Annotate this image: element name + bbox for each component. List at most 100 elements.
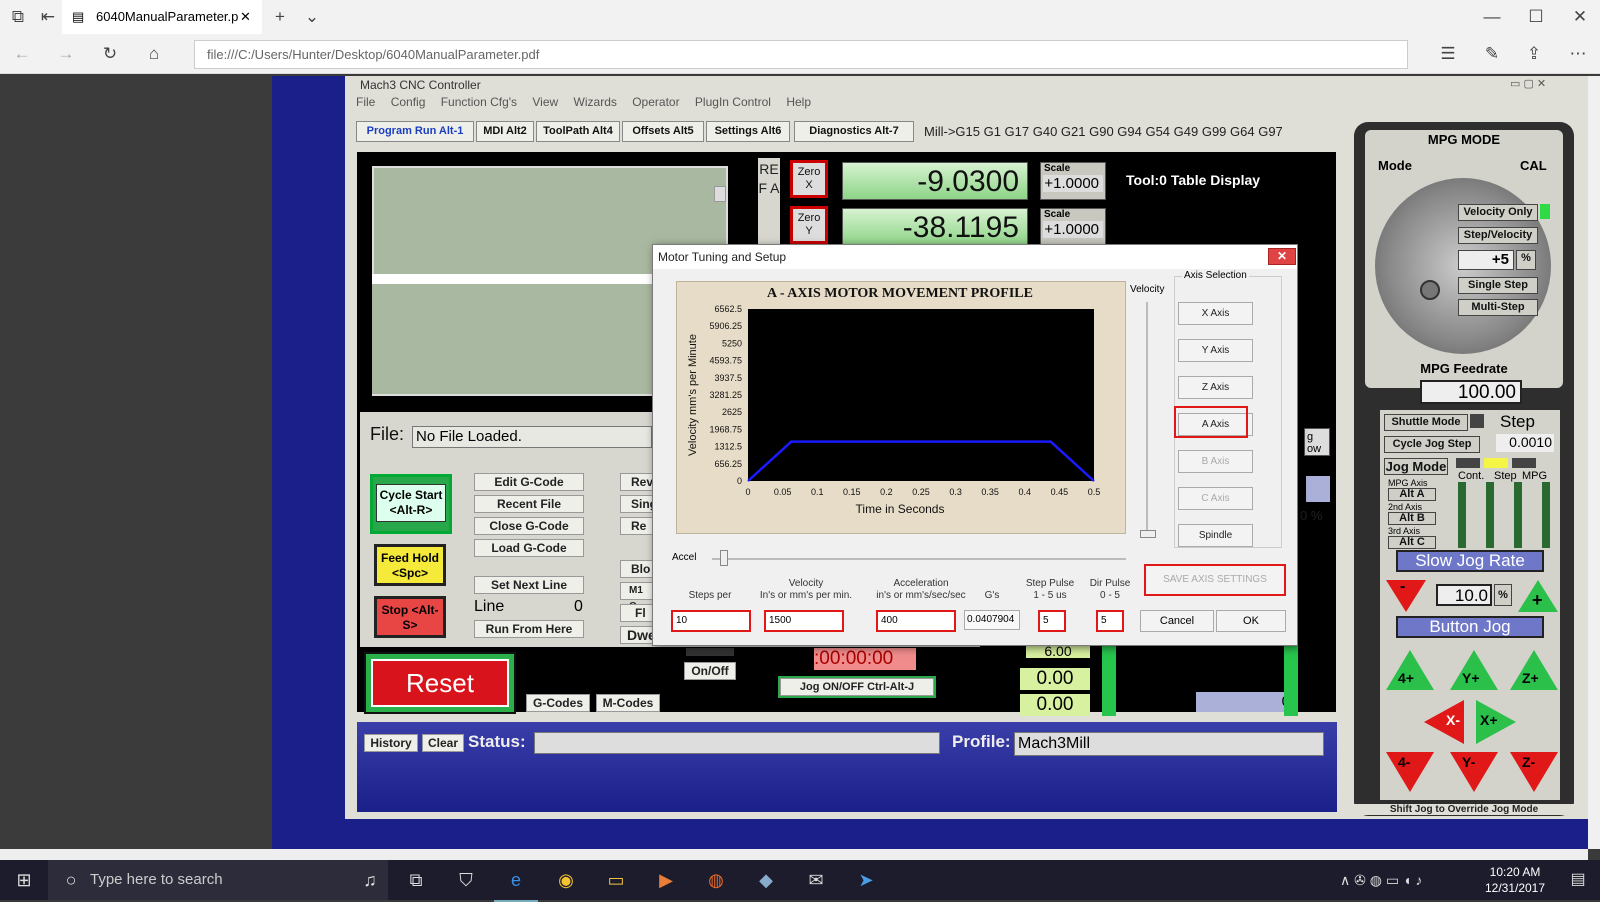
shuttle-mode-button[interactable]: Shuttle Mode <box>1384 414 1468 431</box>
acceleration-input[interactable]: 400 <box>876 610 956 632</box>
close-window-icon[interactable]: ✕ <box>1566 3 1594 31</box>
single-step-button[interactable]: Single Step <box>1458 277 1538 294</box>
mach3-window-controls[interactable]: ▭ ▢ ✕ <box>1510 77 1546 90</box>
task-view-icon[interactable]: ⧉ <box>394 860 438 900</box>
forward-icon[interactable]: → <box>52 40 80 68</box>
alt-c-button[interactable]: Alt C <box>1388 536 1436 549</box>
cycle-start-button[interactable]: Cycle Start <Alt-R> <box>370 474 452 534</box>
multi-step-button[interactable]: Multi-Step <box>1458 299 1538 316</box>
tray-icons[interactable]: ∧ ✇ ◍ ▭ ◖ ♪ <box>1340 860 1422 900</box>
maximize-icon[interactable]: ☐ <box>1522 3 1550 31</box>
ref-all-home[interactable]: REF A <box>758 158 780 248</box>
flood-button[interactable]: Fl <box>620 604 654 622</box>
z-axis-button[interactable]: Z Axis <box>1178 376 1253 399</box>
edit-gcode-button[interactable]: Edit G-Code <box>474 473 584 491</box>
right-partial-button[interactable]: g ow <box>1304 428 1330 456</box>
rewind-button[interactable]: Rev <box>620 473 654 491</box>
m1-optional-stop-button[interactable]: M1 O <box>620 582 654 612</box>
refresh-icon[interactable]: ↻ <box>96 40 124 68</box>
cycle-jog-step-value[interactable]: 0.0010 <box>1496 434 1554 452</box>
menu-plugin-control[interactable]: PlugIn Control <box>695 95 771 109</box>
gcode-scroll-thumb[interactable] <box>714 186 726 202</box>
save-axis-settings-button[interactable]: SAVE AXIS SETTINGS <box>1144 564 1286 596</box>
new-tab-icon[interactable]: + <box>266 3 294 31</box>
velocity-input[interactable]: 1500 <box>764 610 844 632</box>
x-axis-button[interactable]: X Axis <box>1178 302 1253 325</box>
recent-file-button[interactable]: Recent File <box>474 495 584 513</box>
mpg-cal-label[interactable]: CAL <box>1520 158 1547 173</box>
vertical-scrollbar[interactable] <box>1588 76 1600 849</box>
c-axis-button[interactable]: C Axis <box>1178 487 1253 510</box>
horizontal-scrollbar[interactable] <box>0 849 1588 860</box>
menu-function-cfgs[interactable]: Function Cfg's <box>441 95 517 109</box>
zero-x-button[interactable]: Zero X <box>790 160 828 198</box>
reset-button-frame[interactable]: Reset <box>364 652 516 714</box>
step-pulse-input[interactable]: 5 <box>1038 610 1066 632</box>
mcodes-button[interactable]: M-Codes <box>596 694 660 712</box>
clear-button[interactable]: Clear <box>422 734 464 752</box>
jog-rate-value[interactable]: 10.0 <box>1436 584 1492 606</box>
line-value[interactable]: 0 <box>574 598 583 616</box>
file-explorer-icon[interactable]: ▭ <box>594 860 638 900</box>
dro-y[interactable]: -38.1195 <box>842 208 1028 246</box>
menu-operator[interactable]: Operator <box>632 95 679 109</box>
dwell-button[interactable]: Dwe <box>620 626 656 644</box>
y-axis-button[interactable]: Y Axis <box>1178 339 1253 362</box>
run-from-here-button[interactable]: Run From Here <box>474 620 584 638</box>
accel-slider-thumb[interactable] <box>720 550 728 566</box>
address-bar[interactable]: file:///C:/Users/Hunter/Desktop/6040Manu… <box>194 40 1408 69</box>
alt-b-button[interactable]: Alt B <box>1388 512 1436 525</box>
favorites-hub-icon[interactable]: ☰ <box>1434 40 1462 68</box>
media-icon[interactable]: ▶ <box>644 860 688 900</box>
share-icon[interactable]: ⇪ <box>1520 40 1548 68</box>
tab-preview-icon[interactable]: ⧉ <box>4 3 32 31</box>
edge-icon[interactable]: e <box>494 860 538 902</box>
action-center-icon[interactable]: ▤ <box>1556 860 1600 900</box>
tab-pdf[interactable]: ▤ 6040ManualParameter.p ✕ <box>62 0 262 34</box>
app2-icon[interactable]: ➤ <box>844 860 888 900</box>
web-note-icon[interactable]: ✎ <box>1478 40 1506 68</box>
accel-slider-track[interactable] <box>712 558 1126 560</box>
tab-settings[interactable]: Settings Alt6 <box>706 121 790 142</box>
menu-help[interactable]: Help <box>786 95 811 109</box>
block-delete-button[interactable]: Blo <box>620 560 654 578</box>
menu-file[interactable]: File <box>356 95 375 109</box>
jog-rate-minus-icon[interactable] <box>1386 580 1426 612</box>
taskbar-search[interactable]: Type here to search <box>48 860 388 900</box>
mpg-mode-label[interactable]: Mode <box>1378 158 1412 173</box>
mpg-percent-button[interactable]: % <box>1516 250 1536 270</box>
scale-y-value[interactable]: +1.0000 <box>1043 221 1103 238</box>
steps-per-input[interactable]: 10 <box>671 610 751 632</box>
tab-toolpath[interactable]: ToolPath Alt4 <box>536 121 620 142</box>
cancel-button[interactable]: Cancel <box>1140 610 1214 632</box>
stop-button[interactable]: Stop <Alt-S> <box>374 596 446 638</box>
mpg-wheel-knob[interactable] <box>1420 280 1440 300</box>
reverse-run-button[interactable]: Re <box>620 517 654 535</box>
b-axis-button[interactable]: B Axis <box>1178 450 1253 473</box>
ok-button[interactable]: OK <box>1216 610 1286 632</box>
app-icon[interactable]: ◆ <box>744 860 788 900</box>
menu-config[interactable]: Config <box>391 95 426 109</box>
alt-a-button[interactable]: Alt A <box>1388 488 1436 501</box>
tab-diagnostics[interactable]: Diagnostics Alt-7 <box>794 121 914 142</box>
set-next-line-button[interactable]: Set Next Line <box>474 576 584 594</box>
jog-onoff-button[interactable]: Jog ON/OFF Ctrl-Alt-J <box>780 678 934 696</box>
history-button[interactable]: History <box>364 734 418 752</box>
menu-wizards[interactable]: Wizards <box>574 95 617 109</box>
gcodes-button[interactable]: G-Codes <box>526 694 590 712</box>
velocity-slider-thumb[interactable] <box>1140 530 1156 538</box>
jog-onoff-frame[interactable]: Jog ON/OFF Ctrl-Alt-J <box>778 676 936 698</box>
feed-hold-button[interactable]: Feed Hold <Spc> <box>374 544 446 586</box>
chrome-icon[interactable]: ◉ <box>544 860 588 900</box>
set-aside-tabs-icon[interactable]: ⇤ <box>34 3 62 31</box>
dro-x[interactable]: -9.0300 <box>842 162 1028 200</box>
velocity-only-button[interactable]: Velocity Only <box>1458 204 1538 221</box>
firefox-icon[interactable]: ◍ <box>694 860 738 900</box>
tab-offsets[interactable]: Offsets Alt5 <box>622 121 704 142</box>
dir-pulse-input[interactable]: 5 <box>1096 610 1124 632</box>
reset-button[interactable]: Reset <box>371 659 509 707</box>
step-velocity-button[interactable]: Step/Velocity <box>1458 227 1538 244</box>
home-icon[interactable]: ⌂ <box>140 40 168 68</box>
windows-start-icon[interactable]: ⊞ <box>2 860 46 900</box>
cycle-jog-step-button[interactable]: Cycle Jog Step <box>1384 436 1480 453</box>
